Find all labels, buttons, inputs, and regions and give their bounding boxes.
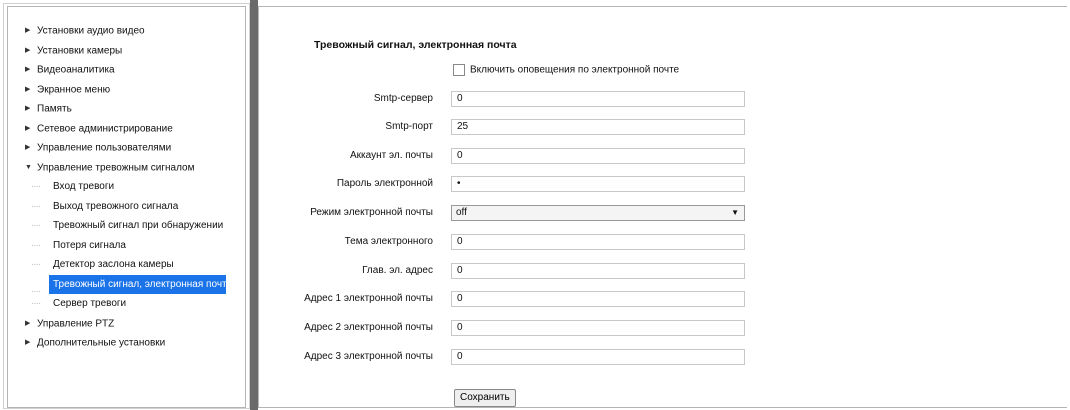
sidebar-subitem-alarm-out[interactable]: ···· Выход тревожного сигнала: [8, 197, 245, 217]
sidebar-subitem-label: Тревожный сигнал при обнаружении: [53, 220, 224, 231]
enable-email-checkbox[interactable]: [453, 64, 465, 76]
sidebar-item-label: Память: [37, 103, 72, 115]
sidebar-subitem-alarm-server[interactable]: ···· Сервер тревоги: [8, 294, 245, 314]
mode-row: Режим электронной почты off ▼: [259, 205, 759, 221]
tree-line: ····: [31, 259, 41, 270]
sidebar-item-label: Видеоаналитика: [37, 64, 115, 76]
sidebar-item-advanced[interactable]: ▶ Дополнительные установки: [8, 333, 245, 353]
main-address-row: Глав. эл. адрес 0: [259, 263, 759, 279]
sidebar-subitem-alarm-in[interactable]: ···· Вход тревоги: [8, 177, 245, 197]
password-input[interactable]: •: [451, 176, 745, 192]
page-title: Тревожный сигнал, электронная почта: [314, 39, 517, 51]
sidebar-item-storage[interactable]: ▶ Память: [8, 99, 245, 119]
sidebar-item-label: Сетевое администрирование: [37, 122, 173, 134]
triangle-right-icon: ▶: [25, 27, 31, 34]
sidebar-item-label: Управление тревожным сигналом: [37, 161, 195, 173]
save-button[interactable]: Сохранить: [454, 389, 516, 407]
sidebar-item-users[interactable]: ▶ Управление пользователями: [8, 138, 245, 158]
subject-input[interactable]: 0: [451, 234, 745, 250]
sidebar-item-camera[interactable]: ▶ Установки камеры: [8, 41, 245, 61]
sidebar-item-osd[interactable]: ▶ Экранное меню: [8, 80, 245, 100]
tree-line: ····: [31, 200, 41, 212]
address1-input[interactable]: 0: [451, 291, 745, 307]
address3-row: Адрес 3 электронной почты 0: [259, 349, 759, 365]
address1-label: Адрес 1 электронной почты: [304, 293, 433, 304]
tree-line: ····: [31, 286, 41, 294]
address2-input[interactable]: 0: [451, 320, 745, 336]
panel-divider[interactable]: [250, 0, 258, 410]
mode-label: Режим электронной почты: [310, 207, 433, 218]
account-row: Аккаунт эл. почты 0: [259, 148, 759, 164]
sidebar-item-label: Управление пользователями: [37, 142, 172, 154]
sidebar-item-label: Установки камеры: [37, 44, 123, 56]
sidebar-item-label: Управление PTZ: [37, 317, 115, 329]
triangle-right-icon: ▶: [25, 46, 31, 54]
sidebar-item-video-analytics[interactable]: ▶ Видеоаналитика: [8, 60, 245, 80]
enable-email-row[interactable]: Включить оповещения по электронной почте: [453, 64, 679, 76]
sidebar-subitem-detection[interactable]: ···· Тревожный сигнал при обнаружении: [8, 216, 245, 236]
sidebar-subitem-label: Детектор заслона камеры: [53, 259, 174, 270]
enable-email-label: Включить оповещения по электронной почте: [470, 64, 680, 76]
smtp-server-input[interactable]: 0: [451, 91, 745, 107]
mode-select[interactable]: off ▼: [451, 205, 745, 221]
triangle-right-icon: ▶: [25, 105, 31, 112]
account-input[interactable]: 0: [451, 148, 745, 164]
triangle-right-icon: ▶: [25, 319, 31, 327]
triangle-right-icon: ▶: [25, 66, 31, 73]
sidebar-subitem-label: Сервер тревоги: [53, 298, 127, 309]
address2-row: Адрес 2 электронной почты 0: [259, 320, 759, 336]
tree-line: ····: [31, 220, 41, 231]
address1-row: Адрес 1 электронной почты 0: [259, 291, 759, 307]
sidebar-item-label: Дополнительные установки: [37, 337, 166, 349]
main-address-label: Глав. эл. адрес: [362, 265, 433, 276]
password-label: Пароль электронной: [336, 178, 433, 189]
triangle-right-icon: ▶: [25, 339, 31, 346]
sidebar-item-alarm[interactable]: ▼ Управление тревожным сигналом: [8, 158, 245, 178]
mode-select-value: off: [456, 207, 467, 218]
subject-label: Тема электронного: [344, 236, 433, 247]
sidebar-item-network[interactable]: ▶ Сетевое администрирование: [8, 119, 245, 139]
address2-label: Адрес 2 электронной почты: [304, 322, 433, 333]
subject-row: Тема электронного 0: [259, 234, 759, 250]
tree-line: ····: [31, 181, 41, 192]
sidebar-subitem-signal-loss[interactable]: ···· Потеря сигнала: [8, 236, 245, 256]
sidebar-item-ptz[interactable]: ▶ Управление PTZ: [8, 314, 245, 334]
sidebar-subitem-label: Тревожный сигнал, электронная почта: [49, 274, 226, 294]
address3-input[interactable]: 0: [451, 349, 745, 365]
sidebar-subitem-label: Вход тревоги: [53, 181, 115, 192]
chevron-down-icon[interactable]: ▼: [731, 206, 739, 220]
account-label: Аккаунт эл. почты: [350, 150, 433, 161]
smtp-port-label: Smtp-порт: [385, 121, 433, 132]
smtp-server-label: Smtp-сервер: [373, 93, 433, 104]
sidebar-item-label: Установки аудио видео: [37, 25, 145, 37]
sidebar-subitem-label: Потеря сигнала: [53, 239, 126, 251]
tree-line: ····: [31, 298, 41, 309]
address3-label: Адрес 3 электронной почты: [304, 351, 433, 362]
triangle-right-icon: ▶: [25, 124, 31, 132]
smtp-server-row: Smtp-сервер 0: [259, 91, 759, 107]
smtp-port-input[interactable]: 25: [451, 119, 745, 135]
sidebar-item-audio-video[interactable]: ▶ Установки аудио видео: [8, 21, 245, 41]
sidebar-item-label: Экранное меню: [37, 83, 111, 95]
sidebar: ▶ Установки аудио видео ▶ Установки камеры…: [7, 6, 246, 408]
triangle-down-icon: ▼: [25, 163, 32, 171]
triangle-right-icon: ▶: [25, 85, 31, 93]
sidebar-subitem-tamper[interactable]: ···· Детектор заслона камеры: [8, 255, 245, 275]
main-address-input[interactable]: 0: [451, 263, 745, 279]
password-row: Пароль электронной •: [259, 176, 759, 192]
sidebar-subitem-label: Выход тревожного сигнала: [53, 200, 179, 212]
sidebar-nav: ▶ Установки аудио видео ▶ Установки камеры…: [8, 21, 245, 353]
triangle-right-icon: ▶: [25, 144, 31, 151]
sidebar-subitem-email-alarm[interactable]: ···· Тревожный сигнал, электронная почта: [8, 274, 245, 294]
tree-line: ····: [31, 239, 41, 251]
email-alarm-form: Тревожный сигнал, электронная почта Вклю…: [258, 6, 1067, 408]
smtp-port-row: Smtp-порт 25: [259, 119, 759, 135]
